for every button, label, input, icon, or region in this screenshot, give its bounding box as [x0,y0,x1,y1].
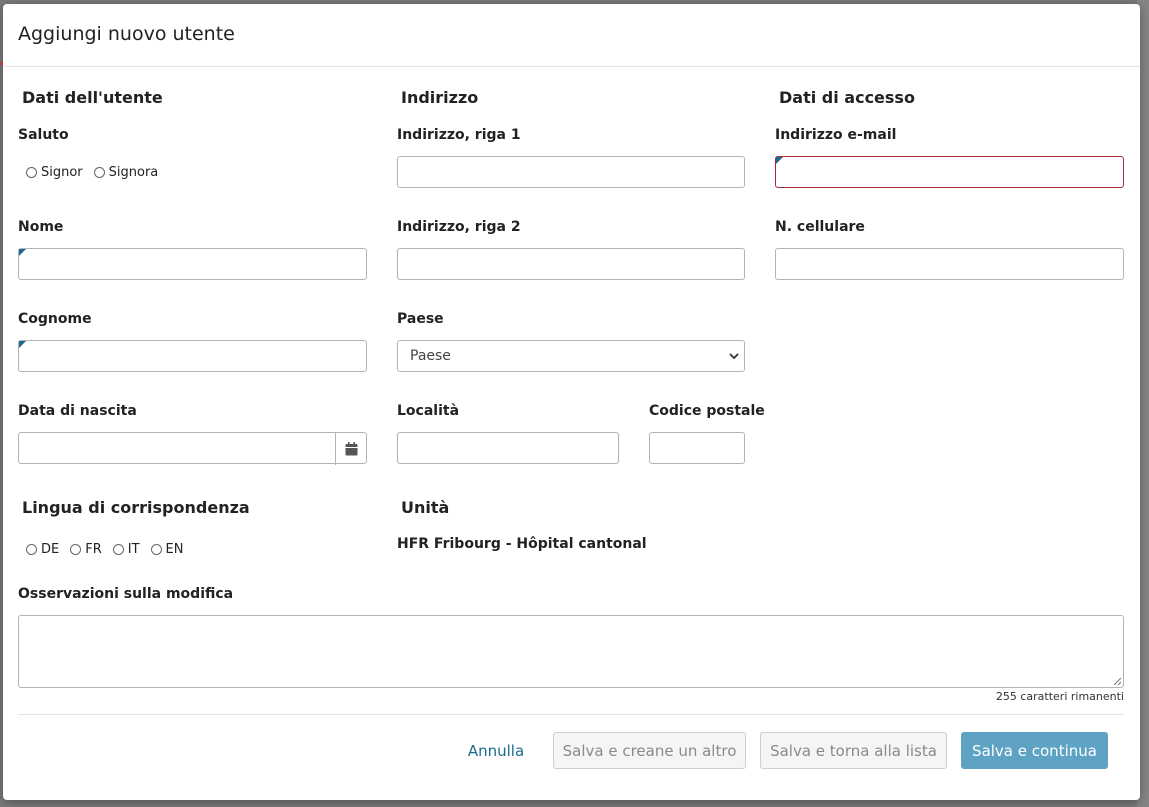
address-section-title: Indirizzo [401,88,479,107]
footer-divider [18,714,1124,715]
city-input[interactable] [397,432,619,464]
salutation-radio-group: Signor Signora [26,165,169,180]
salutation-option-mr[interactable]: Signor [26,165,83,180]
resize-handle-icon[interactable] [1113,677,1121,685]
add-user-modal: Aggiungi nuovo utente Dati dell'utente S… [3,4,1140,800]
characters-remaining: 255 caratteri rimanenti [995,690,1124,703]
address-line1-label: Indirizzo, riga 1 [397,127,521,143]
remarks-textarea[interactable] [18,615,1124,688]
access-section-title: Dati di accesso [779,88,915,107]
modal-header: Aggiungi nuovo utente [3,4,1140,67]
date-picker-button[interactable] [335,433,366,465]
mobile-label: N. cellulare [775,219,865,235]
first-name-label: Nome [18,219,64,235]
country-label: Paese [397,311,444,327]
address-line1-input[interactable] [397,156,745,188]
radio-circle-icon[interactable] [93,167,105,178]
mobile-input[interactable] [775,248,1124,280]
last-name-label: Cognome [18,311,92,327]
save-and-continue-button[interactable]: Salva e continua [961,732,1108,769]
language-radio-group: DE FR IT EN [26,542,194,557]
last-name-input[interactable] [18,340,367,372]
modal-title: Aggiungi nuovo utente [18,23,235,45]
salutation-option-mrs[interactable]: Signora [93,165,158,180]
salutation-label: Saluto [18,127,69,143]
language-option-fr[interactable]: FR [70,542,102,557]
postal-code-label: Codice postale [649,403,765,419]
birth-date-input[interactable] [18,432,367,465]
chevron-down-icon [729,353,739,360]
email-input[interactable] [775,156,1124,188]
radio-circle-icon[interactable] [112,544,124,555]
radio-circle-icon[interactable] [26,167,37,178]
radio-circle-icon[interactable] [26,544,37,555]
address-column: Indirizzo [397,84,745,114]
city-label: Località [397,403,460,419]
first-name-input[interactable] [18,248,367,280]
unit-title: Unità [401,498,450,517]
postal-code-input[interactable] [649,432,745,464]
radio-circle-icon[interactable] [70,544,82,555]
save-and-create-another-button[interactable]: Salva e creane un altro [553,732,746,769]
address-line2-input[interactable] [397,248,745,280]
birth-date-label: Data di nascita [18,403,137,419]
radio-circle-icon[interactable] [150,544,162,555]
remarks-label: Osservazioni sulla modifica [18,586,234,602]
save-and-back-to-list-button[interactable]: Salva e torna alla lista [760,732,947,769]
correspondence-language-title: Lingua di corrispondenza [22,498,250,517]
unit-value: HFR Fribourg - Hôpital cantonal [397,536,647,552]
calendar-icon [345,442,357,456]
email-label: Indirizzo e-mail [775,127,897,143]
user-data-section-title: Dati dell'utente [22,88,163,107]
address-line2-label: Indirizzo, riga 2 [397,219,521,235]
language-option-de[interactable]: DE [26,542,59,557]
cancel-button[interactable]: Annulla [458,732,534,769]
language-option-it[interactable]: IT [112,542,140,557]
access-data-column: Dati di accesso [775,84,1123,114]
language-option-en[interactable]: EN [150,542,183,557]
country-select[interactable]: Paese [397,340,745,372]
user-data-column: Dati dell'utente [18,84,366,114]
